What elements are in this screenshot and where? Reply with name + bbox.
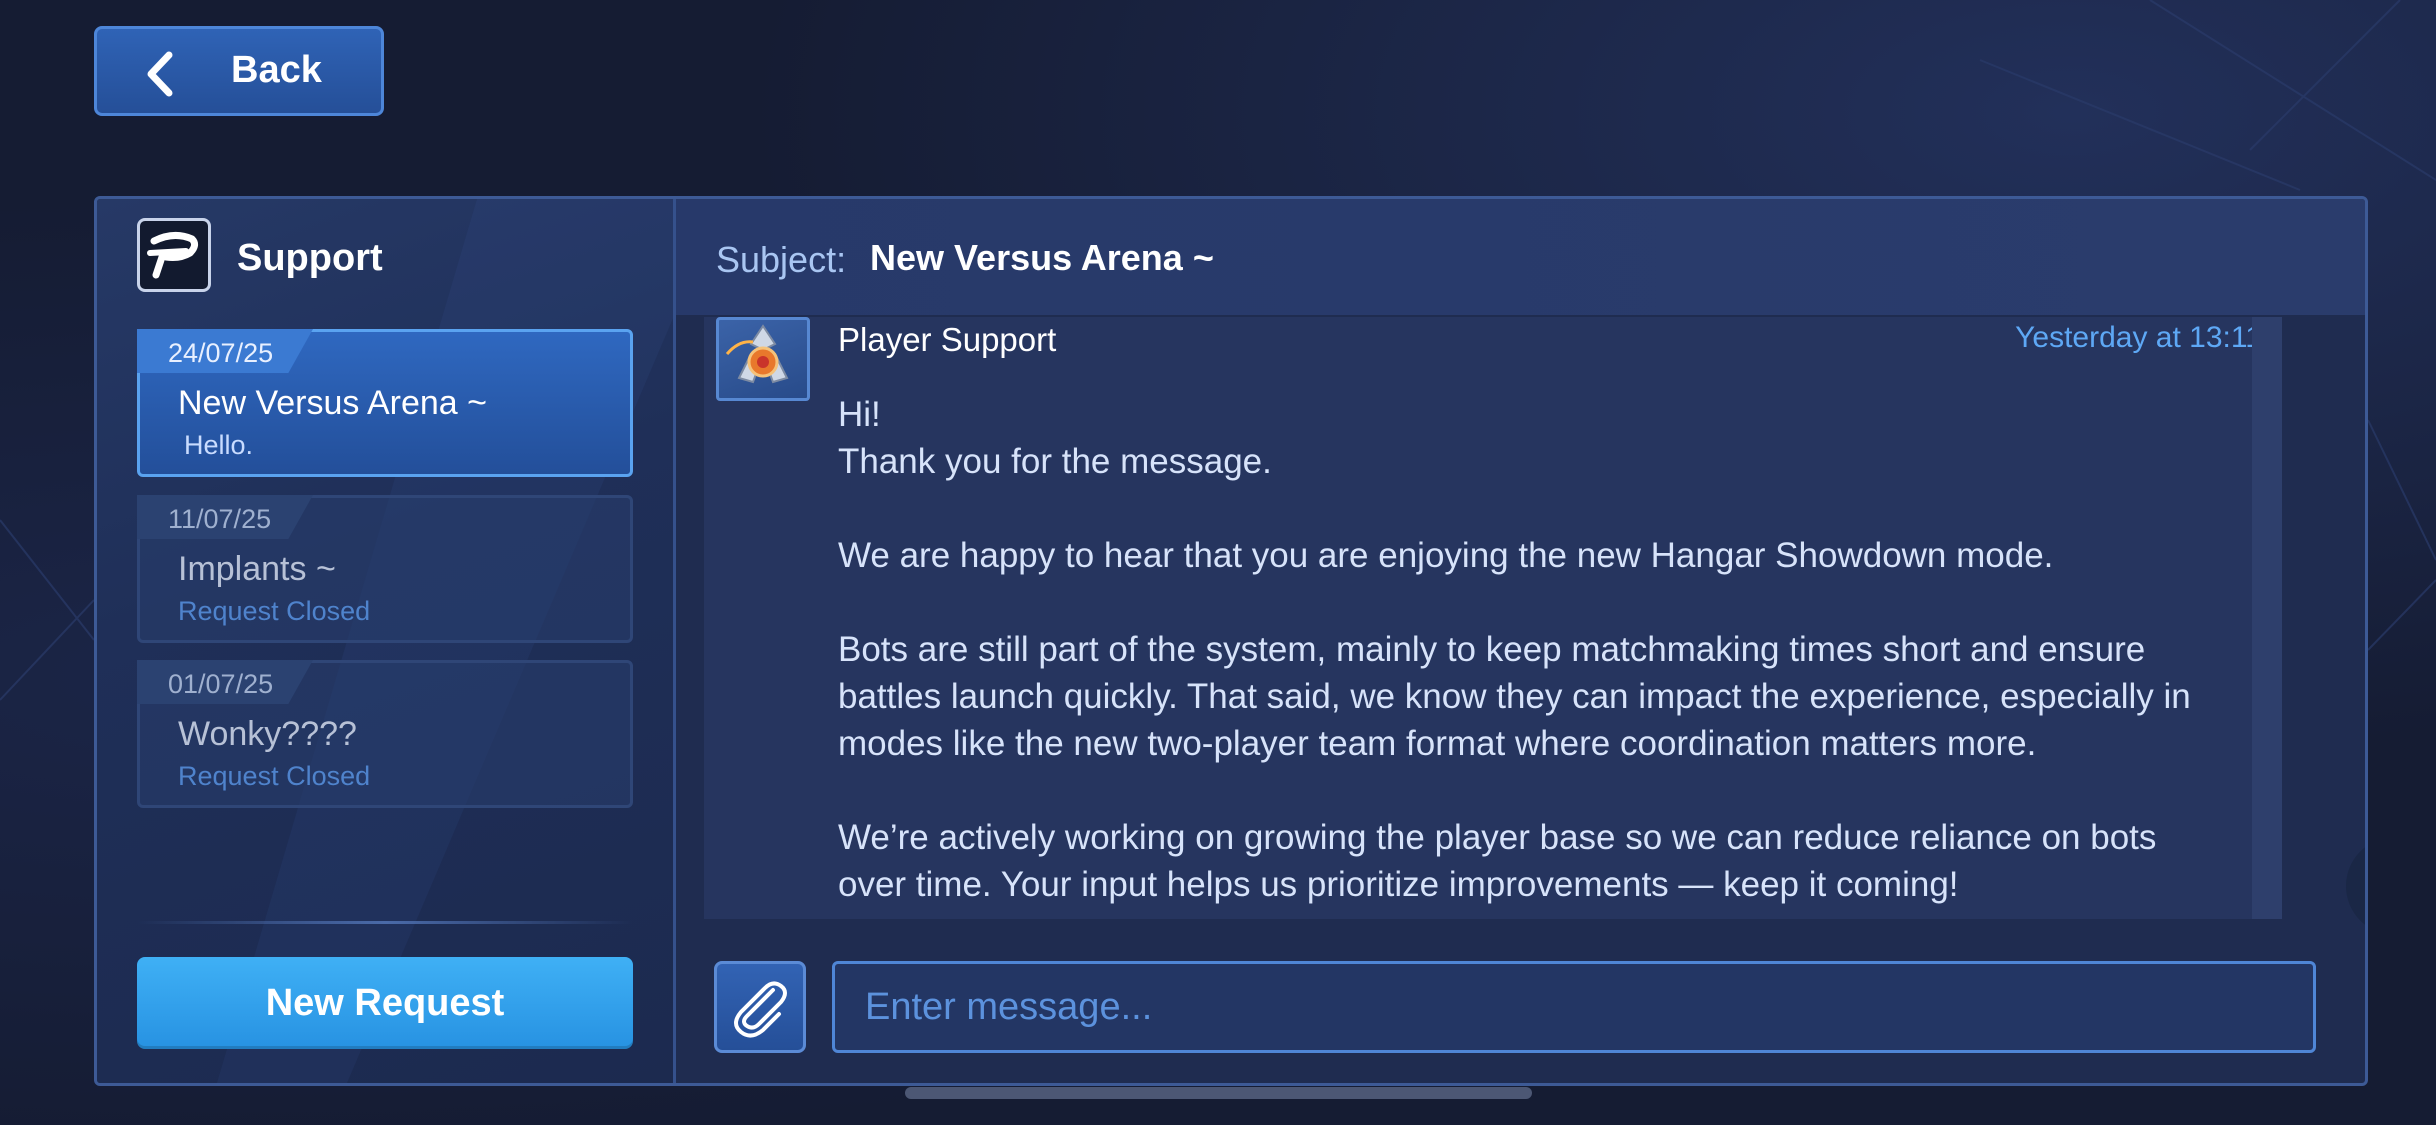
attach-button[interactable] [714, 961, 806, 1053]
paperclip-icon [734, 981, 787, 1038]
message-body: Hi! Thank you for the message. We are ha… [838, 391, 2268, 908]
subject-label: Subject: [716, 239, 847, 280]
message-line [838, 579, 2268, 626]
message-thread[interactable]: Player Support Yesterday at 13:11 Hi! Th… [704, 317, 2282, 919]
scroll-down-button[interactable] [2346, 837, 2365, 935]
back-label: Back [231, 49, 322, 91]
message-scrollbar[interactable] [2252, 317, 2282, 919]
request-preview: Hello. [184, 430, 254, 460]
request-title: New Versus Arena ~ [178, 384, 488, 422]
request-status: Request Closed [178, 761, 371, 791]
spinner-emblem-icon [725, 324, 789, 384]
sidebar-divider [137, 921, 633, 924]
message-line: Hi! [838, 395, 881, 434]
home-indicator[interactable] [905, 1087, 1532, 1099]
back-button[interactable]: Back [94, 26, 384, 116]
message-sender: Player Support [838, 321, 1057, 358]
message-input[interactable] [832, 961, 2316, 1053]
sidebar: Support 24/07/25 New Versus Arena ~ Hell… [97, 199, 676, 1083]
request-title: Implants ~ [178, 550, 336, 588]
message-line: battles launch quickly. That said, we kn… [838, 677, 2191, 716]
message-timestamp: Yesterday at 13:11 [2015, 321, 2262, 354]
message-line: We’re actively working on growing the pl… [838, 818, 2157, 857]
request-item[interactable]: 01/07/25 Wonky???? Request Closed [137, 660, 633, 808]
conversation-pane: Subject: New Versus Arena ~ Player Suppo… [676, 199, 2365, 1083]
message-line: Thank you for the message. [838, 442, 1272, 481]
request-date: 24/07/25 [168, 338, 274, 368]
support-panel: Support 24/07/25 New Versus Arena ~ Hell… [94, 196, 2368, 1086]
message-line [838, 767, 2268, 814]
message-line: modes like the new two-player team forma… [838, 724, 2037, 763]
subject-bar: Subject: New Versus Arena ~ [676, 199, 2365, 315]
message-line: over time. Your input helps us prioritiz… [838, 865, 1959, 904]
message-line [838, 485, 2268, 532]
app-logo [137, 218, 211, 292]
request-title: Wonky???? [178, 715, 357, 753]
sidebar-title: Support [237, 237, 383, 279]
request-item[interactable]: 11/07/25 Implants ~ Request Closed [137, 495, 633, 643]
logo-icon [147, 232, 199, 279]
message-line: We are happy to hear that you are enjoyi… [838, 536, 2054, 575]
request-date: 11/07/25 [168, 504, 272, 534]
request-item[interactable]: 24/07/25 New Versus Arena ~ Hello. [137, 329, 633, 477]
support-avatar [716, 317, 810, 401]
message-line: Bots are still part of the system, mainl… [838, 630, 2146, 669]
subject-value: New Versus Arena ~ [870, 237, 1214, 278]
chevron-left-icon [147, 51, 173, 97]
request-status: Request Closed [178, 596, 371, 626]
request-date: 01/07/25 [168, 669, 274, 699]
new-request-button[interactable]: New Request [137, 957, 633, 1049]
